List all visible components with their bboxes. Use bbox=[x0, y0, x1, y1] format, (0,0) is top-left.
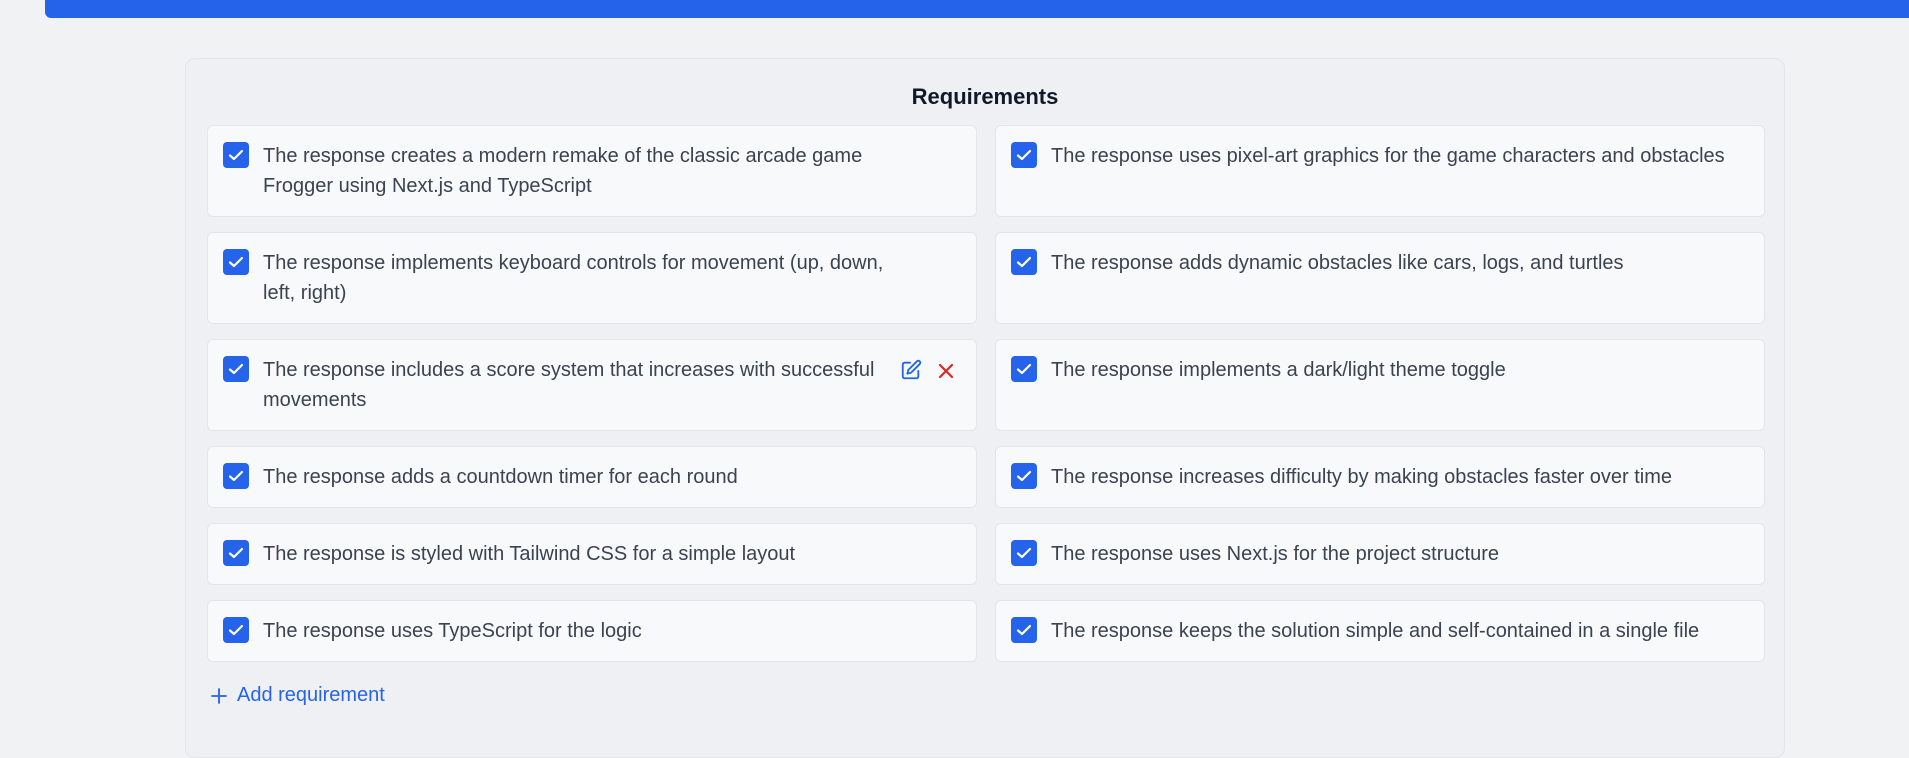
requirement-text: The response implements keyboard control… bbox=[263, 252, 884, 304]
requirement-checkbox[interactable] bbox=[1011, 249, 1037, 275]
panel-title: Requirements bbox=[911, 84, 1059, 109]
check-icon bbox=[1016, 149, 1032, 161]
requirement-text: The response includes a score system tha… bbox=[263, 359, 875, 411]
top-action-bar[interactable] bbox=[45, 0, 1909, 18]
requirement-checkbox[interactable] bbox=[1011, 463, 1037, 489]
check-icon bbox=[1016, 624, 1032, 636]
requirement-text: The response implements a dark/light the… bbox=[1051, 359, 1506, 381]
requirement-card: The response adds dynamic obstacles like… bbox=[995, 232, 1765, 324]
requirement-card: The response implements a dark/light the… bbox=[995, 339, 1765, 431]
requirement-card: The response implements keyboard control… bbox=[207, 232, 977, 324]
requirement-actions bbox=[900, 359, 960, 383]
requirement-card: The response adds a countdown timer for … bbox=[207, 446, 977, 508]
check-icon bbox=[1016, 363, 1032, 375]
add-requirement-label: Add requirement bbox=[237, 684, 385, 706]
requirement-checkbox[interactable] bbox=[223, 617, 249, 643]
check-icon bbox=[1016, 547, 1032, 559]
requirement-checkbox[interactable] bbox=[223, 540, 249, 566]
requirement-card: The response uses Next.js for the projec… bbox=[995, 523, 1765, 585]
requirement-checkbox[interactable] bbox=[223, 463, 249, 489]
requirement-text: The response increases difficulty by mak… bbox=[1051, 466, 1673, 488]
requirement-text: The response creates a modern remake of … bbox=[263, 145, 863, 197]
requirement-card: The response creates a modern remake of … bbox=[207, 125, 977, 217]
edit-icon[interactable] bbox=[900, 359, 922, 381]
requirement-text: The response adds dynamic obstacles like… bbox=[1051, 252, 1624, 274]
check-icon bbox=[228, 149, 244, 161]
check-icon bbox=[228, 256, 244, 268]
check-icon bbox=[1016, 256, 1032, 268]
delete-icon[interactable] bbox=[936, 361, 956, 381]
requirement-text: The response keeps the solution simple a… bbox=[1051, 620, 1700, 642]
requirements-panel: Requirements The response creates a mode… bbox=[185, 58, 1785, 758]
check-icon bbox=[1016, 470, 1032, 482]
requirement-card: The response includes a score system tha… bbox=[207, 339, 977, 431]
requirement-checkbox[interactable] bbox=[1011, 142, 1037, 168]
requirement-card: The response is styled with Tailwind CSS… bbox=[207, 523, 977, 585]
requirement-text: The response uses Next.js for the projec… bbox=[1051, 543, 1499, 565]
check-icon bbox=[228, 363, 244, 375]
requirement-checkbox[interactable] bbox=[223, 356, 249, 382]
check-icon bbox=[228, 624, 244, 636]
requirement-text: The response adds a countdown timer for … bbox=[263, 466, 738, 488]
check-icon bbox=[228, 547, 244, 559]
requirement-card: The response uses pixel-art graphics for… bbox=[995, 125, 1765, 217]
requirement-card: The response increases difficulty by mak… bbox=[995, 446, 1765, 508]
requirement-checkbox[interactable] bbox=[1011, 356, 1037, 382]
requirement-checkbox[interactable] bbox=[223, 142, 249, 168]
requirement-checkbox[interactable] bbox=[1011, 617, 1037, 643]
requirement-text: The response is styled with Tailwind CSS… bbox=[263, 543, 796, 565]
check-icon bbox=[228, 470, 244, 482]
requirement-checkbox[interactable] bbox=[1011, 540, 1037, 566]
plus-icon bbox=[211, 688, 227, 704]
requirement-checkbox[interactable] bbox=[223, 249, 249, 275]
requirement-card: The response uses TypeScript for the log… bbox=[207, 600, 977, 662]
requirement-card: The response keeps the solution simple a… bbox=[995, 600, 1765, 662]
requirement-text: The response uses TypeScript for the log… bbox=[263, 620, 642, 642]
requirement-text: The response uses pixel-art graphics for… bbox=[1051, 145, 1725, 167]
